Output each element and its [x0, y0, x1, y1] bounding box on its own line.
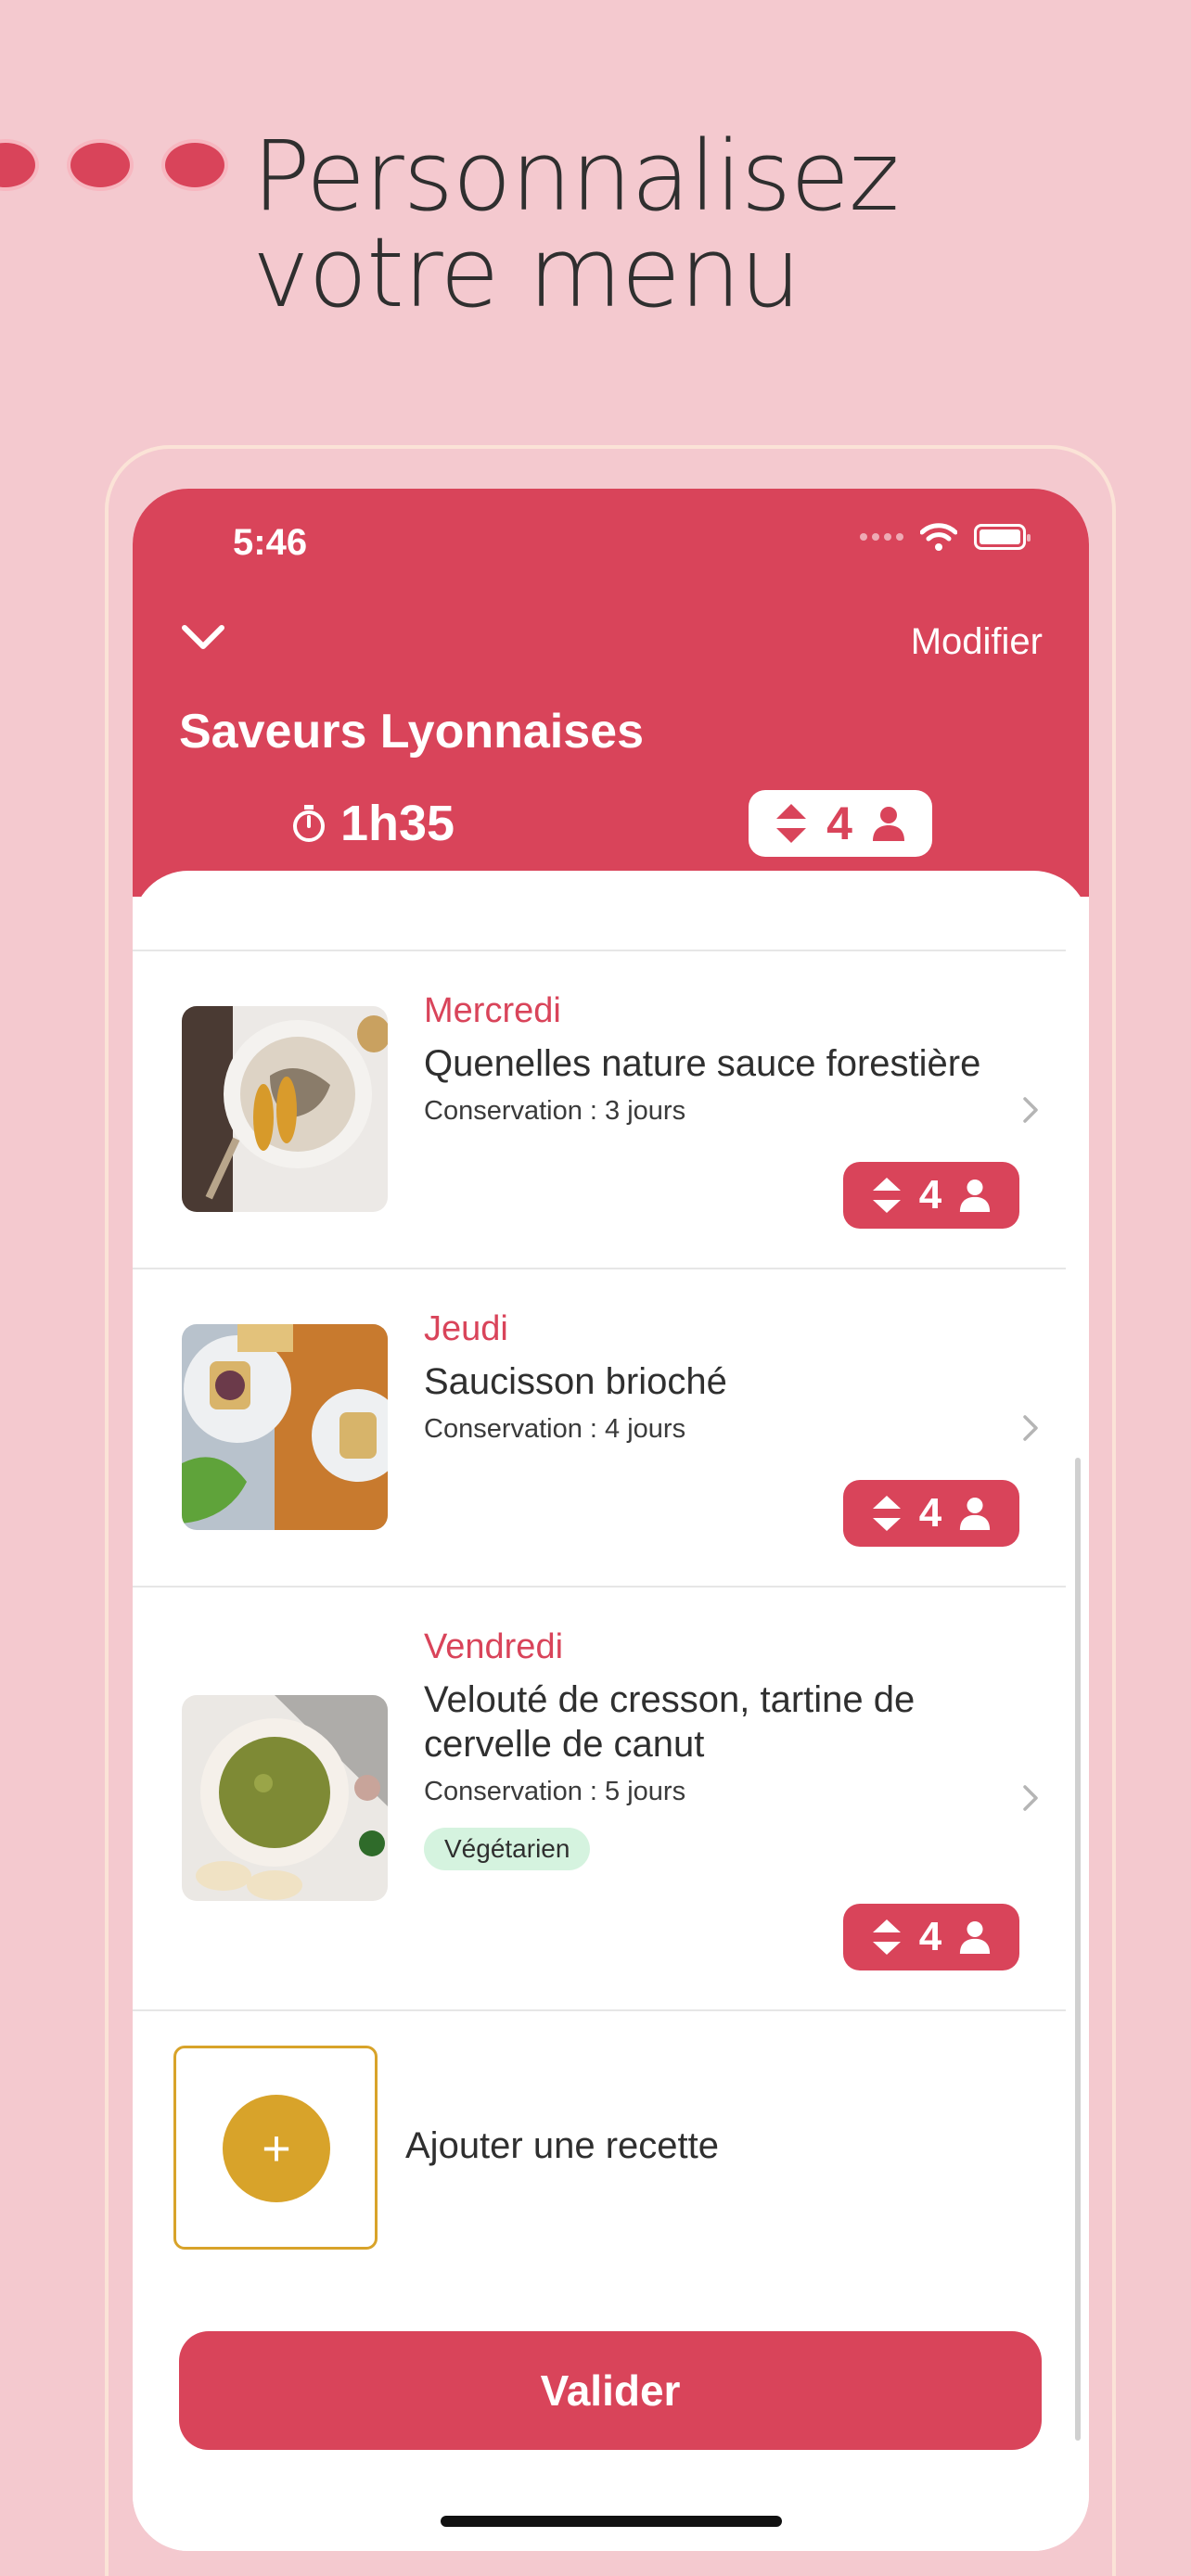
dot [67, 139, 134, 191]
recipe-day: Jeudi [424, 1309, 508, 1348]
recipe-servings-count: 4 [918, 1172, 942, 1218]
scrollbar[interactable] [1075, 1458, 1081, 2441]
recipe-conservation: Conservation : 5 jours [424, 1777, 686, 1806]
vegetarian-tag: Végétarien [424, 1828, 591, 1870]
servings-selector[interactable]: 4 [749, 790, 932, 857]
person-icon [960, 1920, 991, 1954]
headline-line-2: votre menu [252, 216, 801, 329]
recipe-day: Mercredi [424, 991, 561, 1030]
headline-line-1: Personnalisez [252, 120, 900, 233]
edit-button[interactable]: Modifier [911, 621, 1043, 663]
recipe-servings-count: 4 [918, 1490, 942, 1536]
menu-header: 5:46 Modifier Saveurs Lyonnaises 1h35 4 [133, 489, 1089, 897]
status-time: 5:46 [233, 522, 308, 563]
recipe-servings-selector[interactable]: 4 [843, 1162, 1019, 1229]
signal-icon [860, 533, 903, 541]
wifi-icon [920, 523, 957, 551]
dot [0, 139, 39, 191]
recipe-servings-selector[interactable]: 4 [843, 1480, 1019, 1547]
home-indicator [441, 2516, 782, 2527]
servings-count: 4 [826, 797, 852, 849]
sort-icon [776, 804, 807, 843]
person-icon [960, 1497, 991, 1530]
chevron-right-icon [1023, 1415, 1038, 1441]
sort-icon [872, 1496, 901, 1531]
add-recipe-button[interactable]: + [173, 2046, 378, 2250]
chevron-right-icon [1023, 1785, 1038, 1811]
timer-icon [293, 805, 325, 842]
phone-screen: 5:46 Modifier Saveurs Lyonnaises 1h35 4 … [133, 489, 1089, 2551]
chevron-right-icon [1023, 1097, 1038, 1123]
person-icon [872, 807, 904, 841]
decorative-dots [0, 139, 228, 191]
promo-headline: Personnalisez votre menu [252, 120, 900, 329]
recipe-day: Vendredi [424, 1627, 564, 1666]
validate-button[interactable]: Valider [179, 2331, 1042, 2450]
recipe-servings-count: 4 [918, 1914, 942, 1959]
chevron-down-icon[interactable] [177, 618, 229, 656]
sort-icon [872, 1178, 901, 1213]
person-icon [960, 1179, 991, 1212]
plus-icon: + [223, 2095, 330, 2202]
recipes-sheet: Mercredi Quenelles nature sauce forestiè… [133, 871, 1089, 2551]
recipe-image [182, 1695, 388, 1901]
menu-title: Saveurs Lyonnaises [179, 705, 644, 759]
dot [161, 139, 228, 191]
recipe-name: Velouté de cresson, tartine de cervelle … [424, 1679, 916, 1765]
duration: 1h35 [290, 795, 455, 852]
recipe-servings-selector[interactable]: 4 [843, 1904, 1019, 1970]
battery-icon [974, 524, 1031, 550]
recipe-conservation: Conservation : 3 jours [424, 1096, 686, 1126]
recipe-conservation: Conservation : 4 jours [424, 1414, 686, 1444]
sort-icon [872, 1919, 901, 1955]
recipe-image [182, 1324, 388, 1530]
status-icons [860, 522, 1031, 552]
recipe-image [182, 1006, 388, 1212]
recipe-name: Quenelles nature sauce forestière [424, 1043, 981, 1084]
duration-value: 1h35 [340, 796, 455, 851]
recipe-name: Saucisson brioché [424, 1361, 727, 1402]
add-recipe-label[interactable]: Ajouter une recette [405, 2125, 719, 2167]
recipe-row-vendredi[interactable]: Vendredi Velouté de cresson, tartine de … [133, 1587, 1066, 2009]
recipe-row-mercredi[interactable]: Mercredi Quenelles nature sauce forestiè… [133, 950, 1066, 1268]
divider [133, 2009, 1066, 2011]
recipe-row-jeudi[interactable]: Jeudi Saucisson brioché Conservation : 4… [133, 1269, 1066, 1586]
